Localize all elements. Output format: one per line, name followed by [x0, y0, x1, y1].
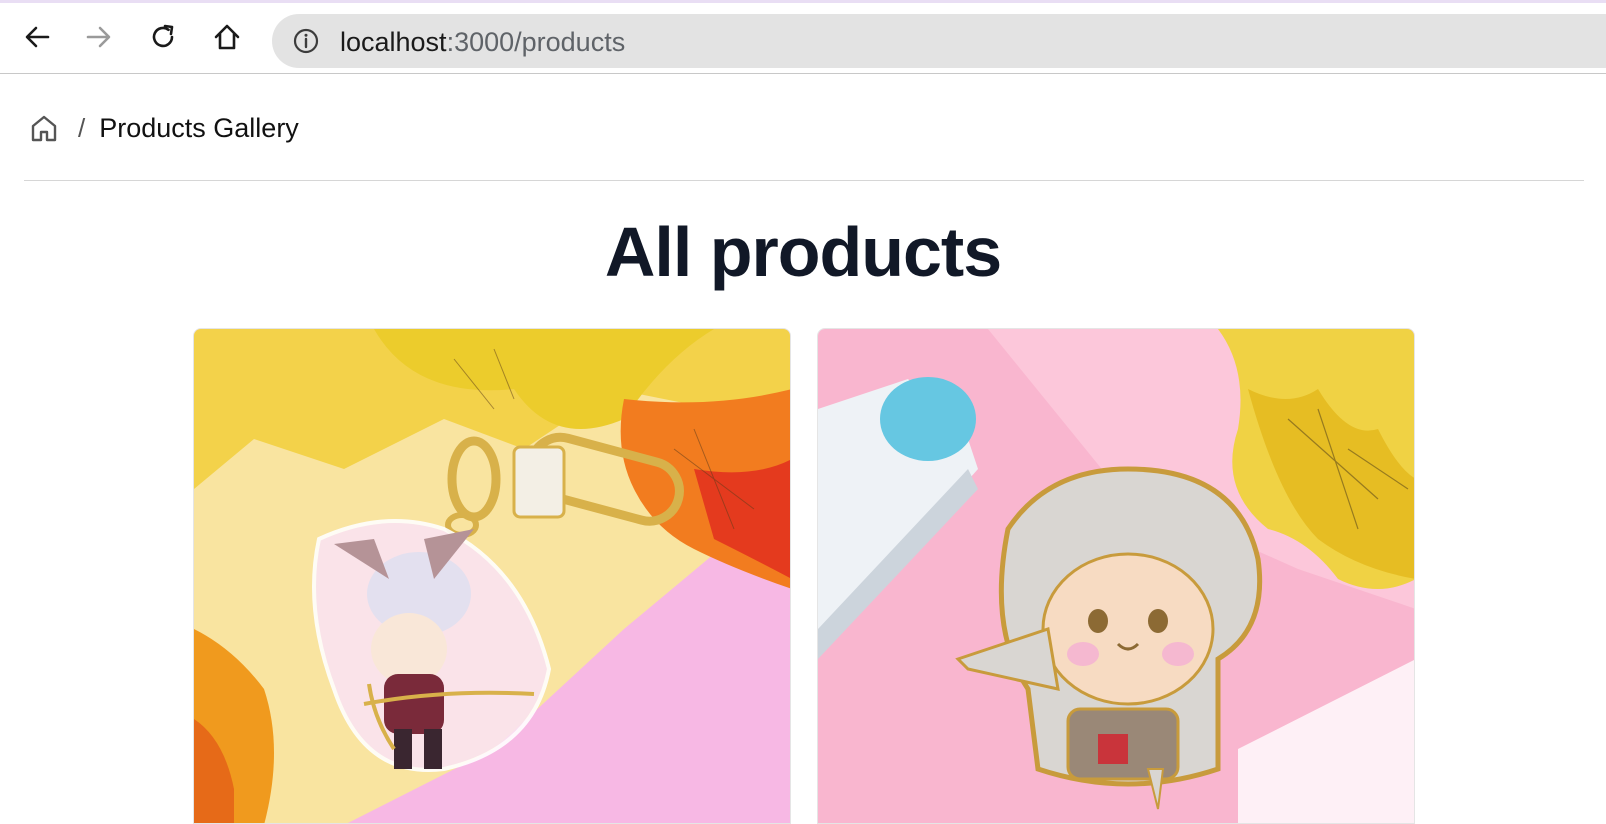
product-card[interactable] [193, 328, 791, 824]
page-title: All products [604, 213, 1002, 291]
browser-toolbar: localhost:3000/products [0, 3, 1606, 74]
url-path: :3000/products [446, 27, 626, 57]
address-bar[interactable]: localhost:3000/products [272, 14, 1606, 68]
product-image[interactable] [818, 329, 1415, 824]
product-card[interactable] [817, 328, 1415, 824]
site-info-icon[interactable] [292, 27, 320, 55]
reload-button[interactable] [146, 20, 180, 54]
url-text[interactable]: localhost:3000/products [340, 27, 625, 57]
url-host: localhost [340, 27, 447, 57]
back-arrow-icon [25, 26, 50, 48]
breadcrumb-current: Products Gallery [99, 112, 299, 143]
breadcrumb: / Products Gallery [28, 108, 299, 148]
home-outline-icon [31, 115, 57, 142]
home-icon [214, 24, 240, 50]
back-button[interactable] [20, 20, 54, 54]
breadcrumb-separator: / [78, 112, 86, 143]
forward-button[interactable] [82, 20, 116, 54]
header-divider [24, 180, 1584, 181]
reload-icon [152, 24, 174, 48]
breadcrumb-home-link[interactable] [28, 112, 60, 144]
home-button[interactable] [210, 20, 244, 54]
forward-arrow-icon [86, 26, 111, 48]
product-image[interactable] [194, 329, 791, 824]
